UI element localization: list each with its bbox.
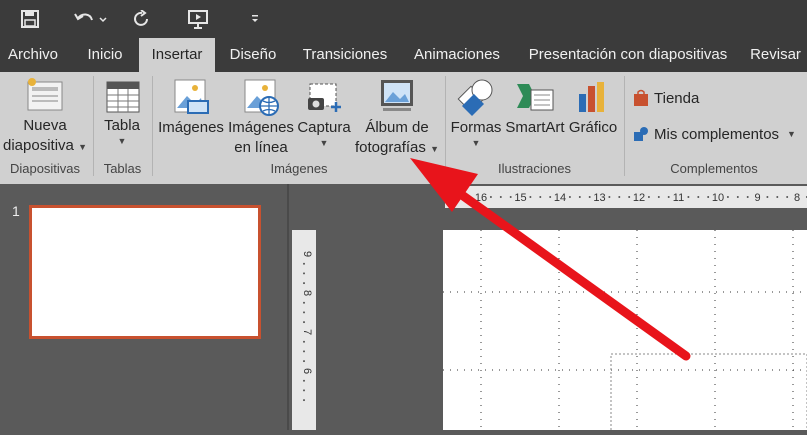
annotation-arrow (410, 158, 691, 361)
